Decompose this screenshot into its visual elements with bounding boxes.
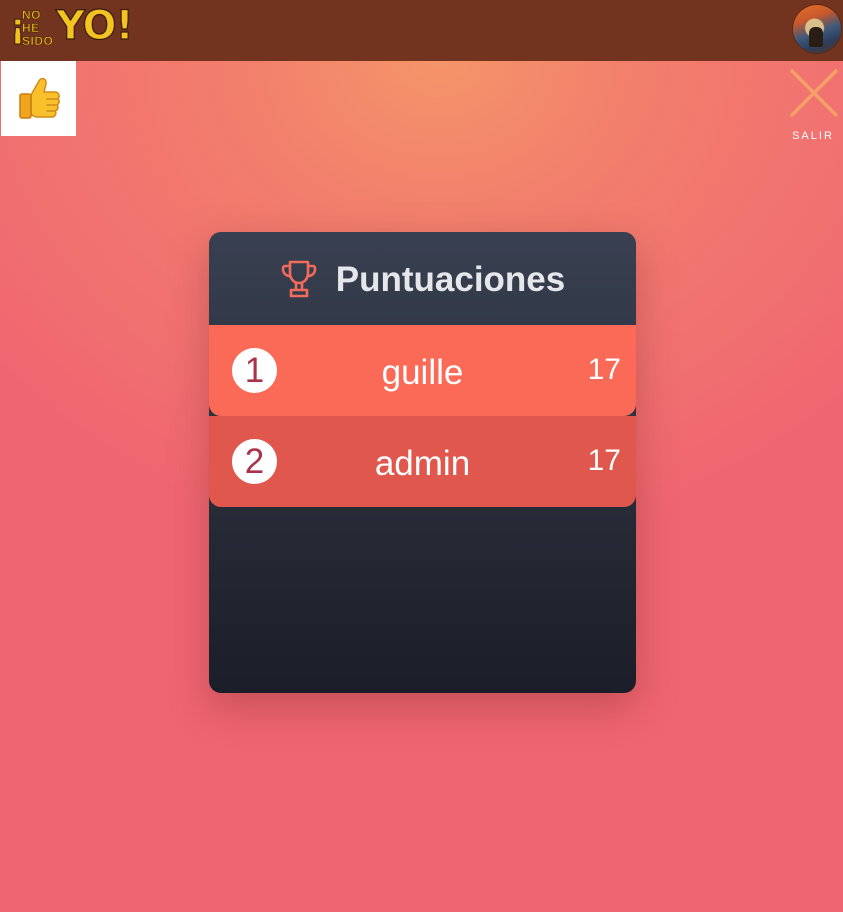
logo-word-sido: SIDO bbox=[22, 34, 54, 48]
scores-title: Puntuaciones bbox=[335, 259, 566, 299]
rank-badge: 2 bbox=[232, 439, 277, 484]
rank-badge: 1 bbox=[232, 348, 277, 393]
top-bar: ¡ NO HE SIDO YO! bbox=[0, 0, 843, 61]
exit-label: SALIR bbox=[792, 130, 834, 142]
thumbs-up-icon bbox=[18, 77, 60, 119]
player-score: 17 bbox=[587, 444, 621, 477]
score-row: 1 guille 17 bbox=[209, 325, 636, 416]
scores-header: Puntuaciones bbox=[209, 232, 636, 325]
like-button[interactable] bbox=[1, 61, 76, 136]
app-logo[interactable]: ¡ NO HE SIDO YO! bbox=[8, 4, 135, 56]
logo-yo: YO! bbox=[55, 3, 134, 49]
user-avatar[interactable] bbox=[793, 5, 841, 53]
logo-words: NO HE SIDO bbox=[22, 8, 54, 48]
exit-button[interactable]: SALIR bbox=[787, 68, 839, 148]
score-row: 2 admin 17 bbox=[209, 416, 636, 507]
trophy-icon bbox=[281, 260, 317, 297]
player-name: guille bbox=[381, 353, 464, 392]
close-icon bbox=[790, 69, 838, 117]
player-score: 17 bbox=[587, 353, 621, 386]
player-name: admin bbox=[374, 444, 471, 483]
scores-panel: Puntuaciones 1 guille 17 2 admin 17 bbox=[209, 232, 636, 693]
